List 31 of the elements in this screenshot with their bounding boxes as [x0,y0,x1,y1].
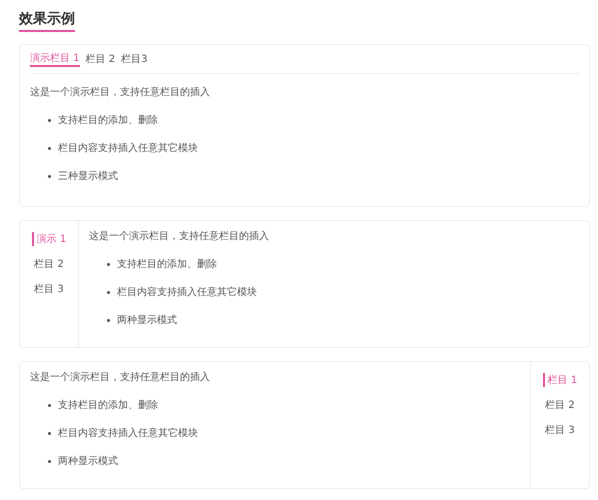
bullet-icon [48,146,51,150]
feature-list-item: 三种显示模式 [58,170,118,183]
tab[interactable]: 栏目 2 [86,51,116,67]
tab[interactable]: 演示栏目 1 [30,51,80,67]
tab-description: 这是一个演示栏目，支持任意栏目的插入 [30,86,211,99]
feature-list-item: 栏目内容支持插入任意其它模块 [58,142,198,155]
bullet-icon [107,262,110,266]
feature-list-item: 支持栏目的添加、删除 [117,258,217,271]
tab-description: 这是一个演示栏目，支持任意栏目的插入 [89,230,270,243]
tab[interactable]: 栏目 2 [545,398,575,412]
tab[interactable]: 栏目 3 [545,423,575,437]
bullet-icon [107,318,110,322]
feature-list-item: 栏目内容支持插入任意其它模块 [117,286,257,299]
bullet-icon [107,290,110,294]
bullet-icon [48,432,51,434]
feature-list-item: 支持栏目的添加、删除 [58,398,158,412]
bullet-icon [48,460,51,462]
tab[interactable]: 栏目 1 [542,373,578,387]
section-title: 效果示例 [19,10,75,32]
feature-list-item: 两种显示模式 [58,454,118,468]
tab[interactable]: 演示 1 [32,232,66,246]
tab[interactable]: 栏目 2 [34,257,64,271]
bullet-icon [48,174,51,178]
feature-list-item: 支持栏目的添加、删除 [58,114,158,127]
tab[interactable]: 栏目 3 [34,282,64,296]
bullet-icon [48,404,51,406]
bullet-icon [48,118,51,122]
tab[interactable]: 栏目3 [121,51,148,67]
feature-list-item: 两种显示模式 [117,314,177,327]
tab-description: 这是一个演示栏目，支持任意栏目的插入 [30,370,211,384]
feature-list-item: 栏目内容支持插入任意其它模块 [58,426,198,440]
